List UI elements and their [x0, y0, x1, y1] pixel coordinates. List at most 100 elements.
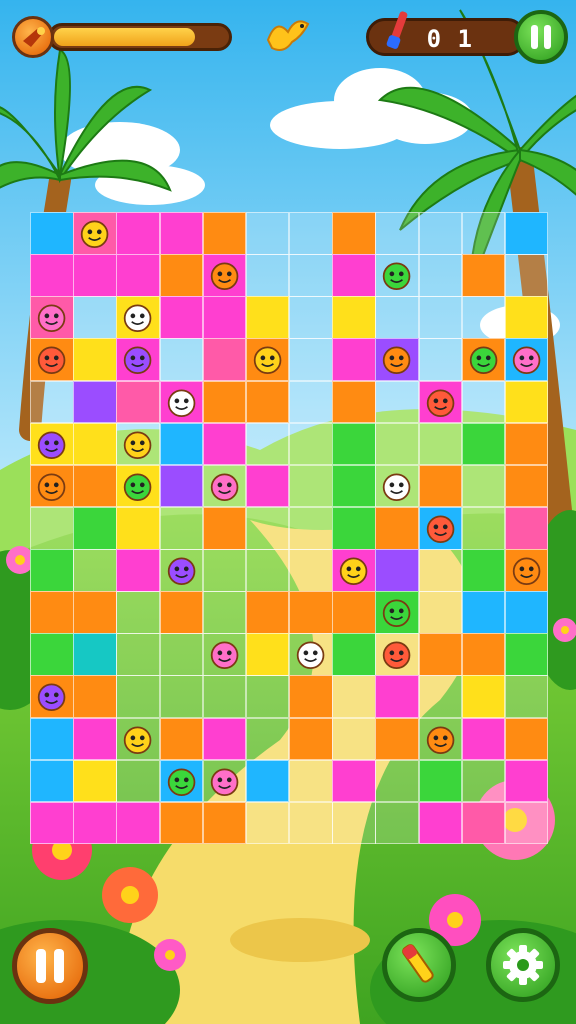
puzzle-piece[interactable] — [30, 801, 74, 845]
puzzle-piece[interactable] — [202, 506, 247, 550]
puzzle-piece[interactable] — [332, 422, 376, 466]
puzzle-piece[interactable] — [73, 591, 117, 634]
puzzle-piece[interactable] — [202, 549, 247, 592]
puzzle-piece[interactable] — [202, 422, 247, 466]
puzzle-piece[interactable] — [159, 254, 204, 297]
puzzle-piece[interactable] — [202, 675, 247, 719]
puzzle-piece[interactable] — [289, 296, 333, 339]
puzzle-piece[interactable] — [504, 380, 549, 424]
puzzle-piece[interactable] — [159, 591, 204, 634]
puzzle-piece[interactable] — [418, 675, 463, 719]
puzzle-piece[interactable] — [418, 296, 463, 339]
puzzle-piece[interactable] — [202, 380, 247, 424]
puzzle-piece[interactable] — [245, 549, 290, 592]
puzzle-piece[interactable] — [202, 717, 247, 761]
puzzle-piece[interactable] — [73, 759, 117, 803]
puzzle-piece[interactable] — [245, 506, 290, 550]
puzzle-piece[interactable] — [289, 759, 333, 803]
puzzle-piece[interactable] — [461, 464, 506, 508]
puzzle-piece[interactable] — [245, 759, 290, 803]
puzzle-piece[interactable] — [418, 591, 463, 634]
puzzle-piece[interactable] — [30, 506, 74, 550]
puzzle-piece[interactable] — [116, 633, 160, 676]
pause-button[interactable] — [12, 928, 88, 1004]
puzzle-piece[interactable] — [116, 591, 160, 634]
puzzle-piece[interactable] — [504, 296, 549, 339]
puzzle-piece[interactable] — [159, 801, 204, 845]
puzzle-piece[interactable] — [116, 759, 160, 803]
puzzle-piece[interactable] — [30, 380, 74, 424]
puzzle-piece[interactable] — [418, 422, 463, 466]
puzzle-piece[interactable] — [504, 506, 549, 550]
puzzle-piece[interactable] — [116, 549, 160, 592]
puzzle-piece[interactable] — [418, 464, 463, 508]
puzzle-piece[interactable] — [159, 422, 204, 466]
puzzle-piece[interactable] — [159, 338, 204, 382]
puzzle-piece[interactable] — [461, 675, 506, 719]
puzzle-piece[interactable] — [375, 212, 419, 255]
puzzle-piece[interactable] — [289, 422, 333, 466]
puzzle-piece[interactable] — [289, 212, 333, 255]
puzzle-piece[interactable] — [202, 212, 247, 255]
puzzle-piece[interactable] — [245, 296, 290, 339]
puzzle-piece[interactable] — [30, 254, 74, 297]
puzzle-piece[interactable] — [73, 422, 117, 466]
puzzle-piece[interactable] — [159, 464, 204, 508]
puzzle-piece[interactable] — [73, 717, 117, 761]
puzzle-piece[interactable] — [289, 717, 333, 761]
puzzle-piece[interactable] — [418, 633, 463, 676]
puzzle-piece[interactable] — [332, 212, 376, 255]
puzzle-piece[interactable] — [504, 422, 549, 466]
puzzle-piece[interactable] — [504, 591, 549, 634]
puzzle-piece[interactable] — [289, 254, 333, 297]
puzzle-piece[interactable] — [504, 801, 549, 845]
puzzle-piece[interactable] — [73, 338, 117, 382]
puzzle-piece[interactable] — [461, 801, 506, 845]
puzzle-piece[interactable] — [289, 506, 333, 550]
puzzle-piece[interactable] — [159, 633, 204, 676]
puzzle-piece[interactable] — [375, 380, 419, 424]
puzzle-piece[interactable] — [289, 549, 333, 592]
puzzle-piece[interactable] — [116, 506, 160, 550]
puzzle-piece[interactable] — [461, 422, 506, 466]
puzzle-piece[interactable] — [289, 801, 333, 845]
puzzle-piece[interactable] — [202, 338, 247, 382]
puzzle-piece[interactable] — [461, 380, 506, 424]
puzzle-piece[interactable] — [73, 464, 117, 508]
puzzle-piece[interactable] — [332, 380, 376, 424]
puzzle-piece[interactable] — [461, 759, 506, 803]
puzzle-piece[interactable] — [461, 212, 506, 255]
puzzle-piece[interactable] — [332, 633, 376, 676]
puzzle-piece[interactable] — [30, 549, 74, 592]
puzzle-piece[interactable] — [332, 591, 376, 634]
puzzle-piece[interactable] — [202, 296, 247, 339]
puzzle-piece[interactable] — [73, 801, 117, 845]
puzzle-piece[interactable] — [461, 549, 506, 592]
puzzle-piece[interactable] — [461, 506, 506, 550]
puzzle-piece[interactable] — [461, 296, 506, 339]
puzzle-piece[interactable] — [375, 549, 419, 592]
puzzle-piece[interactable] — [73, 380, 117, 424]
puzzle-board[interactable] — [30, 212, 549, 845]
puzzle-piece[interactable] — [30, 633, 74, 676]
hint-button[interactable] — [382, 928, 456, 1002]
puzzle-piece[interactable] — [332, 759, 376, 803]
puzzle-piece[interactable] — [30, 717, 74, 761]
puzzle-piece[interactable] — [30, 591, 74, 634]
puzzle-piece[interactable] — [30, 759, 74, 803]
puzzle-piece[interactable] — [245, 422, 290, 466]
puzzle-piece[interactable] — [375, 717, 419, 761]
puzzle-piece[interactable] — [116, 212, 160, 255]
puzzle-piece[interactable] — [332, 464, 376, 508]
puzzle-piece[interactable] — [461, 254, 506, 297]
puzzle-piece[interactable] — [418, 338, 463, 382]
puzzle-piece[interactable] — [289, 675, 333, 719]
puzzle-piece[interactable] — [73, 506, 117, 550]
puzzle-piece[interactable] — [116, 675, 160, 719]
puzzle-piece[interactable] — [375, 422, 419, 466]
puzzle-piece[interactable] — [375, 759, 419, 803]
puzzle-piece[interactable] — [289, 591, 333, 634]
puzzle-piece[interactable] — [159, 717, 204, 761]
puzzle-piece[interactable] — [332, 296, 376, 339]
puzzle-piece[interactable] — [30, 212, 74, 255]
